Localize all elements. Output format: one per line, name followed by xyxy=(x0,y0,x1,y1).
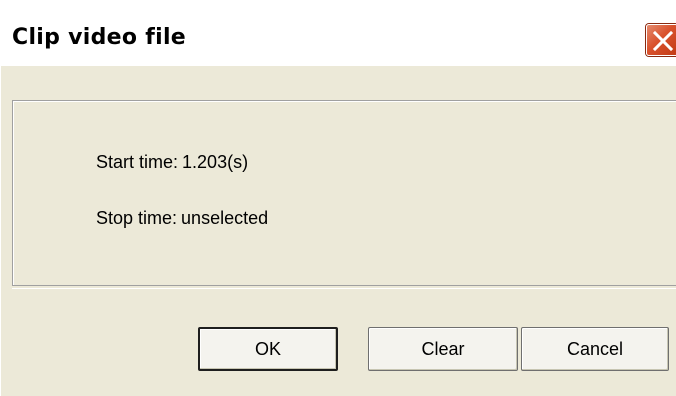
close-button[interactable] xyxy=(646,24,676,56)
clear-button[interactable]: Clear xyxy=(368,327,518,371)
start-time-row: Start time: 1.203(s) xyxy=(96,152,248,173)
footer-divider xyxy=(12,288,676,289)
start-time-label: Start time: xyxy=(96,152,179,172)
cancel-button[interactable]: Cancel xyxy=(521,327,669,371)
clip-info-panel xyxy=(12,100,676,286)
window-title: Clip video file xyxy=(12,25,187,50)
window-left-edge xyxy=(0,66,1,396)
stop-time-row: Stop time: unselected xyxy=(96,208,268,229)
clip-video-dialog: Clip video file Start time: 1.203(s) Stop… xyxy=(0,0,676,396)
start-time-value: 1.203(s) xyxy=(182,152,249,172)
title-bar[interactable]: Clip video file xyxy=(0,0,676,66)
toolbar-strip xyxy=(0,66,676,100)
close-x-icon xyxy=(652,30,674,52)
ok-button[interactable]: OK xyxy=(198,327,338,371)
stop-time-value: unselected xyxy=(181,208,269,228)
stop-time-label: Stop time: xyxy=(96,208,178,228)
